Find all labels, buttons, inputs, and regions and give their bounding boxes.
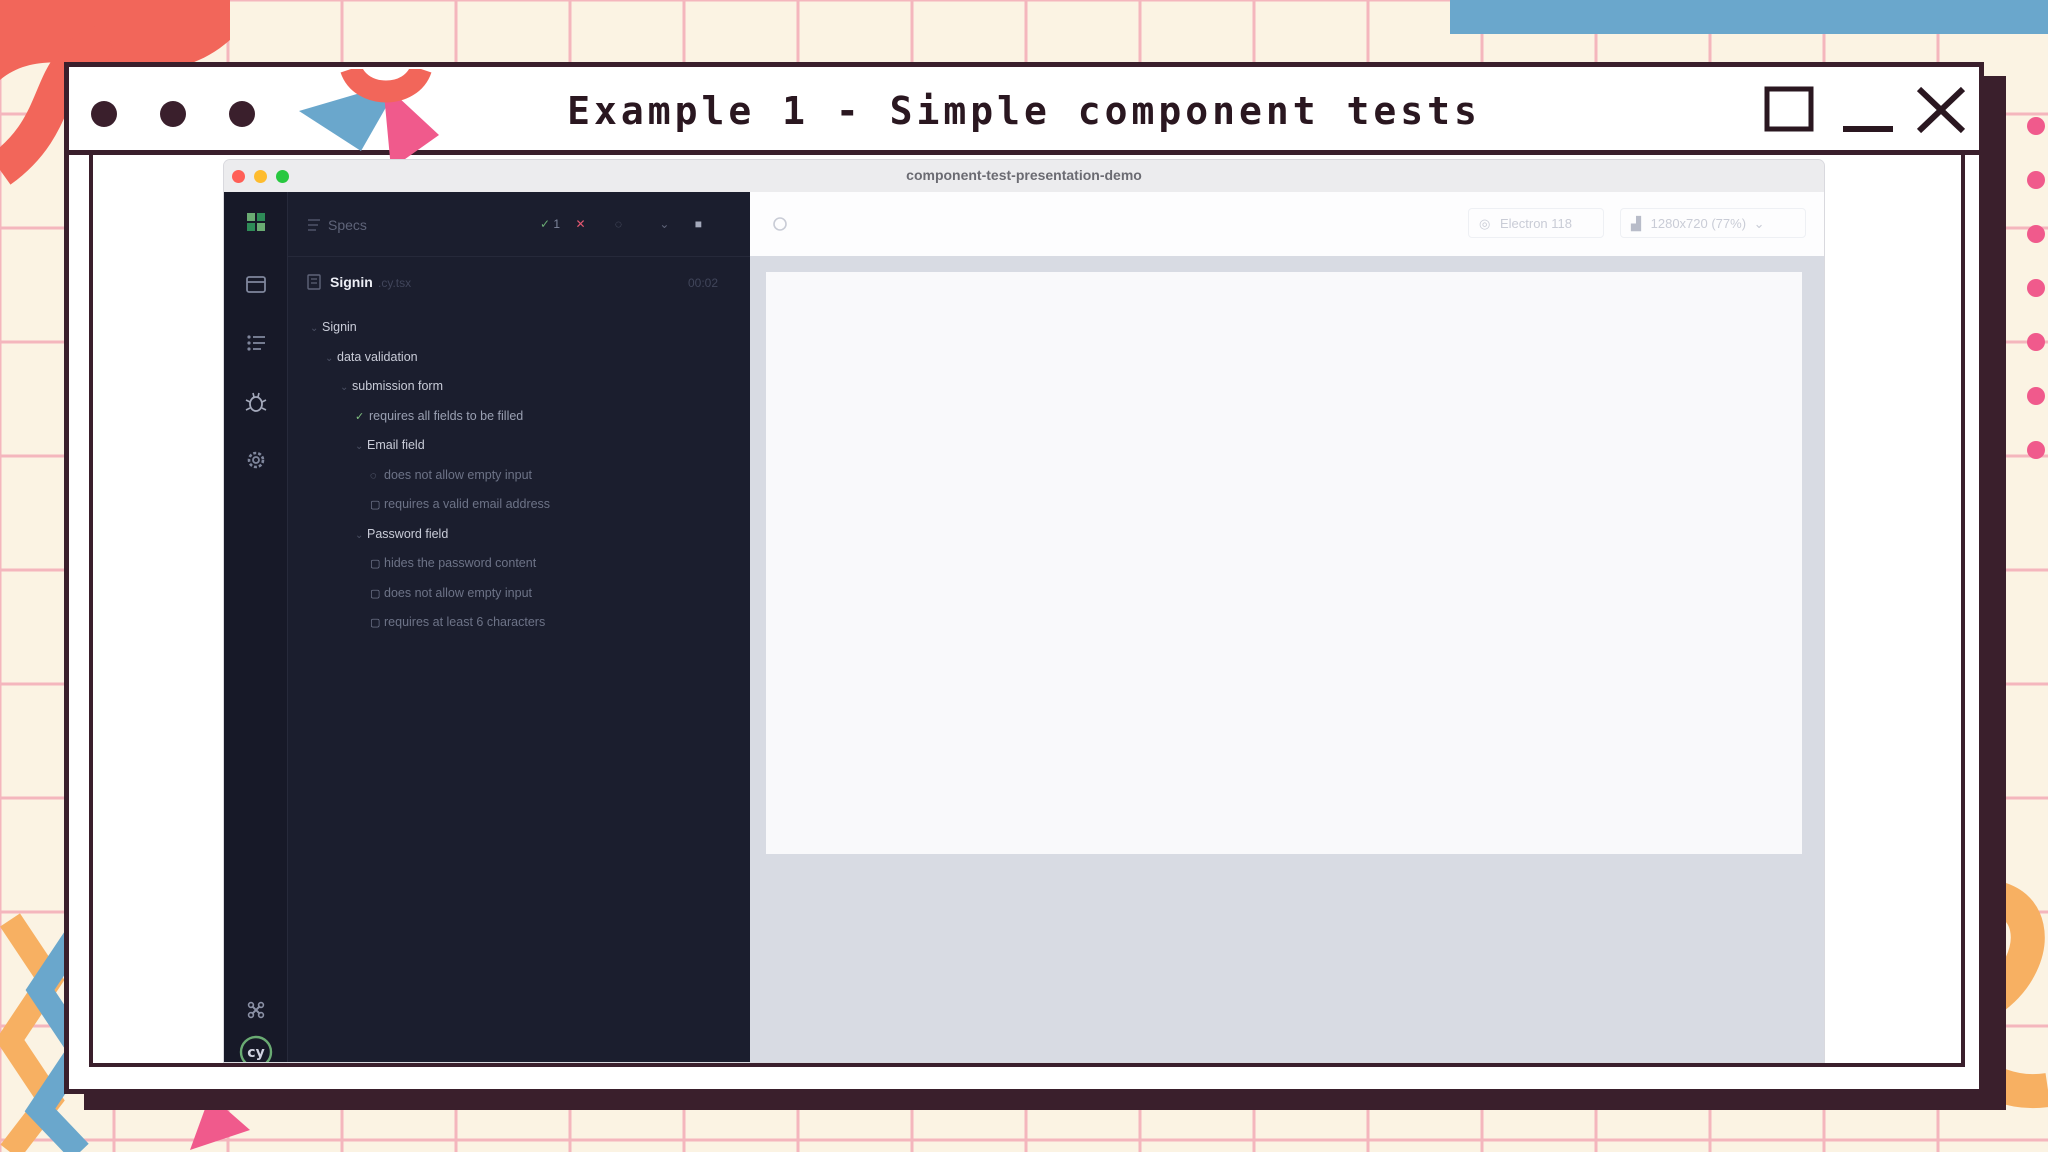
svg-text:cy: cy (247, 1045, 264, 1061)
chevron-down-icon: ⌄ (310, 323, 319, 334)
viewport-selector[interactable]: ▟ 1280x720 (77%) ⌄ (1620, 208, 1806, 238)
keyboard-shortcut-icon[interactable] (244, 998, 268, 1022)
test-label: does not allow empty input (384, 585, 533, 600)
maximize-icon (1764, 86, 1814, 132)
chevron-down-icon: ⌄ (355, 441, 364, 452)
test-label: hides the password content (384, 556, 537, 570)
suite-label: Signin (322, 320, 357, 334)
test-suite-row[interactable]: ⌄ Email field (355, 438, 425, 452)
settings-icon[interactable] (244, 448, 268, 472)
minimize-icon (1843, 126, 1893, 132)
electron-icon: ◎ (1479, 216, 1491, 231)
component-preview-canvas[interactable] (766, 272, 1802, 854)
app-window-title: component-test-presentation-demo (906, 167, 1142, 183)
test-suite-row[interactable]: ⌄ data validation (325, 350, 418, 364)
close-icon (1916, 86, 1966, 134)
failed-x-icon: ✕ (575, 217, 586, 231)
stop-button[interactable]: ■ (695, 217, 702, 231)
test-status-icon: ▢ (370, 499, 381, 511)
test-row[interactable]: ▢ does not allow empty input (370, 586, 532, 600)
test-status-icon: ▢ (370, 558, 381, 570)
passed-check-icon: ✓ (540, 217, 551, 231)
spec-duration: 00:02 (688, 276, 719, 290)
suite-label: Password field (367, 526, 449, 541)
specs-link[interactable]: Specs (328, 217, 367, 233)
test-status-icon: ▢ (370, 587, 381, 600)
test-suite-row[interactable]: ⌄ submission form (340, 379, 443, 393)
specs-list-icon[interactable] (244, 330, 268, 354)
test-status-icon: ▢ (370, 617, 381, 629)
spec-file-ext: .cy.tsx (378, 276, 412, 290)
test-row[interactable]: ◌ does not allow empty input (370, 468, 532, 482)
preview-panel: ◎ Electron 118 ▟ 1280x720 (77%) ⌄ (750, 192, 1824, 1062)
cy-logo-icon[interactable]: cy (238, 1034, 274, 1062)
chevron-down-icon[interactable]: ⌄ (659, 217, 669, 231)
suite-label: data validation (337, 349, 418, 364)
chevron-down-icon: ⌄ (355, 529, 364, 541)
test-row[interactable]: ▢ hides the password content (370, 556, 536, 570)
test-status-icon: ✓ (355, 410, 365, 423)
pending-icon: ◌ (614, 217, 622, 231)
runs-icon[interactable] (244, 272, 268, 296)
test-label: requires at least 6 characters (384, 615, 546, 629)
sidebar-nav: cy (224, 192, 288, 1062)
app-titlebar: component-test-presentation-demo (224, 160, 1824, 193)
app-window: component-test-presentation-demo cy Spec… (224, 160, 1824, 1062)
test-suite-row[interactable]: ⌄ Signin (310, 320, 357, 334)
preview-toolbar: ◎ Electron 118 ▟ 1280x720 (77%) ⌄ (750, 192, 1824, 256)
test-row[interactable]: ▢ requires a valid email address (370, 497, 550, 511)
browser-selector[interactable]: ◎ Electron 118 (1468, 208, 1604, 238)
spec-file-name: Signin (330, 274, 373, 290)
frame-titlebar: Example 1 - Simple component tests (69, 67, 1979, 169)
test-suite-row[interactable]: ⌄ Password field (355, 527, 448, 541)
chevron-down-icon: ⌄ (340, 382, 349, 393)
cypress-logo-icon[interactable] (244, 210, 268, 234)
specs-icon (308, 219, 320, 231)
reporter-header: Specs ✓ 1 ✕ ◌ ⌄ ■ (288, 192, 750, 257)
spec-file-header: Signin .cy.tsx 00:02 (288, 256, 750, 308)
suite-label: submission form (352, 379, 443, 393)
debug-icon[interactable] (244, 390, 268, 414)
test-row[interactable]: ▢ requires at least 6 characters (370, 615, 545, 629)
chevron-down-icon: ⌄ (325, 352, 334, 364)
browser-label: Electron 118 (1499, 216, 1572, 231)
test-label: does not allow empty input (384, 467, 533, 482)
presentation-title: Example 1 - Simple component tests (567, 89, 1481, 133)
file-icon (307, 274, 321, 290)
viewport-label: 1280x720 (77%) (1650, 216, 1747, 231)
test-row[interactable]: ✓ requires all fields to be filled (355, 409, 523, 423)
viewport-icon: ▟ (1631, 216, 1641, 231)
run-stats: ✓ 1 ✕ ◌ ⌄ ■ (540, 217, 702, 231)
reporter-panel: Specs ✓ 1 ✕ ◌ ⌄ ■ Signin .cy.tsx 00:02 ⌄… (288, 192, 750, 1062)
suite-label: Email field (367, 438, 425, 452)
test-status-icon: ◌ (370, 469, 377, 482)
passed-count: 1 (553, 217, 561, 231)
selector-playground-icon[interactable] (772, 216, 788, 232)
test-label: requires a valid email address (384, 497, 551, 511)
chevron-down-icon: ⌄ (1753, 216, 1765, 231)
test-label: requires all fields to be filled (369, 408, 524, 423)
